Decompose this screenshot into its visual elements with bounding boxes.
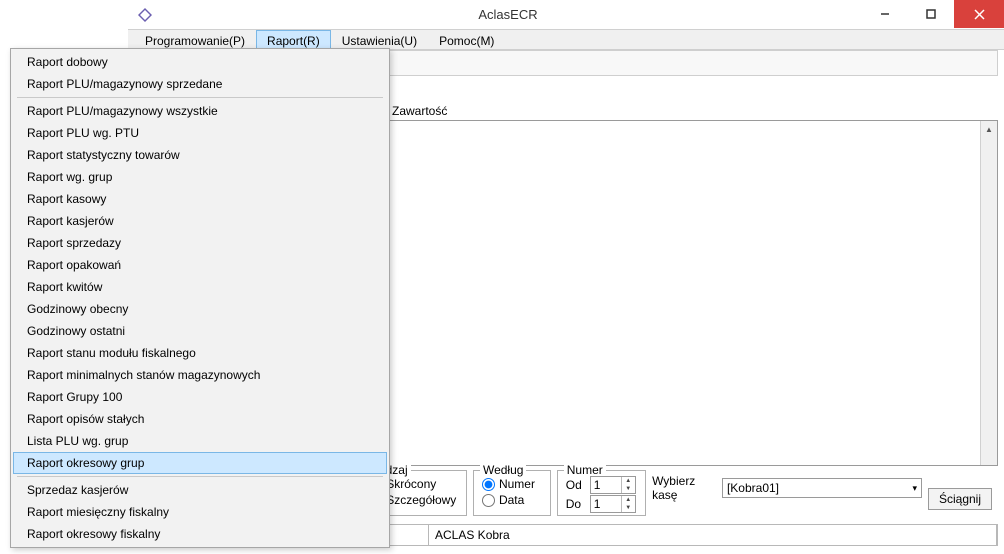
content-label: Zawartość: [392, 104, 447, 118]
menu-item[interactable]: Raport kasowy: [13, 188, 387, 210]
menu-item[interactable]: Raport kasjerów: [13, 210, 387, 232]
raport-dropdown: Raport dobowyRaport PLU/magazynowy sprze…: [10, 48, 390, 548]
menu-item[interactable]: Raport opisów stałych: [13, 408, 387, 430]
window-title: AclasECR: [154, 7, 862, 22]
menu-item[interactable]: Raport statystyczny towarów: [13, 144, 387, 166]
vertical-scrollbar[interactable]: ▲: [980, 121, 997, 465]
maximize-button[interactable]: [908, 0, 954, 28]
window-titlebar: AclasECR: [128, 0, 1004, 30]
menu-item[interactable]: Raport minimalnych stanów magazynowych: [13, 364, 387, 386]
menu-pomoc[interactable]: Pomoc(M): [428, 30, 505, 49]
menu-item[interactable]: Lista PLU wg. grup: [13, 430, 387, 452]
app-icon: [136, 6, 154, 24]
menu-item[interactable]: Raport okresowy fiskalny: [13, 523, 387, 545]
menu-item[interactable]: Raport Grupy 100: [13, 386, 387, 408]
menu-programowanie[interactable]: Programowanie(P): [134, 30, 256, 49]
menu-item[interactable]: Godzinowy obecny: [13, 298, 387, 320]
menu-separator: [17, 476, 383, 477]
menu-item[interactable]: Raport kwitów: [13, 276, 387, 298]
menu-item[interactable]: Raport stanu modułu fiskalnego: [13, 342, 387, 364]
radio-numer[interactable]: Numer: [482, 477, 542, 491]
group-wedlug: Według Numer Data: [473, 470, 551, 516]
kasa-value: [Kobra01]: [727, 481, 779, 495]
download-button[interactable]: Ściągnij: [928, 488, 992, 510]
group-numer: Numer Od 1 ▲▼ Do 1 ▲▼: [557, 470, 646, 516]
od-label: Od: [566, 478, 590, 492]
menu-raport[interactable]: Raport(R): [256, 30, 331, 49]
do-spinner[interactable]: 1 ▲▼: [590, 495, 636, 513]
chevron-down-icon: ▾: [904, 483, 917, 494]
content-area: Zawartość ▲: [388, 102, 998, 466]
group-wedlug-legend: Według: [480, 463, 526, 477]
menu-item[interactable]: Sprzedaz kasjerów: [13, 479, 387, 501]
menu-item[interactable]: Raport PLU wg. PTU: [13, 122, 387, 144]
od-spinner[interactable]: 1 ▲▼: [590, 476, 636, 494]
kasa-label: Wybierz kasę: [652, 474, 714, 502]
menu-item[interactable]: Raport miesięczny fiskalny: [13, 501, 387, 523]
status-device: ACLAS Kobra: [429, 525, 997, 545]
menu-item[interactable]: Raport PLU/magazynowy wszystkie: [13, 100, 387, 122]
content-box: ▲: [388, 120, 998, 466]
kasa-combo[interactable]: [Kobra01] ▾: [722, 478, 922, 498]
radio-data[interactable]: Data: [482, 493, 542, 507]
scroll-up-icon[interactable]: ▲: [981, 121, 997, 138]
menu-item[interactable]: Raport dobowy: [13, 51, 387, 73]
menu-ustawienia[interactable]: Ustawienia(U): [331, 30, 428, 49]
menu-item[interactable]: Raport wg. grup: [13, 166, 387, 188]
menu-separator: [17, 97, 383, 98]
menu-item[interactable]: Godzinowy ostatni: [13, 320, 387, 342]
close-button[interactable]: [954, 0, 1004, 28]
do-label: Do: [566, 497, 590, 511]
menu-item[interactable]: Raport okresowy grup: [13, 452, 387, 474]
menubar: Programowanie(P)Raport(R)Ustawienia(U)Po…: [128, 30, 1004, 50]
menu-item[interactable]: Raport PLU/magazynowy sprzedane: [13, 73, 387, 95]
minimize-button[interactable]: [862, 0, 908, 28]
menu-item[interactable]: Raport sprzedazy: [13, 232, 387, 254]
group-numer-legend: Numer: [564, 463, 606, 477]
menu-item[interactable]: Raport opakowań: [13, 254, 387, 276]
